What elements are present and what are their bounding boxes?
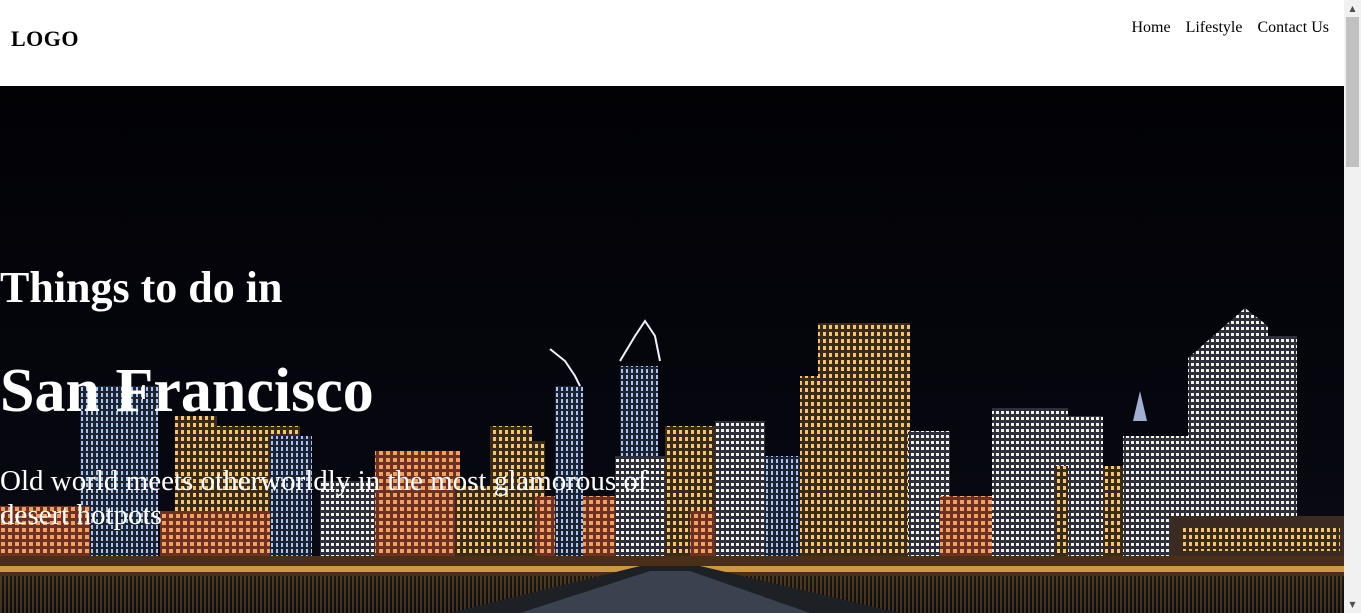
- scroll-down-icon[interactable]: ▼: [1344, 596, 1361, 613]
- nav-link-contact[interactable]: Contact Us: [1257, 19, 1329, 37]
- vertical-scrollbar[interactable]: ▲ ▼: [1344, 0, 1361, 613]
- scroll-up-icon[interactable]: ▲: [1344, 0, 1361, 17]
- scrollbar-thumb[interactable]: [1346, 17, 1359, 167]
- nav-link-home[interactable]: Home: [1131, 19, 1170, 37]
- city-skyline-image: [0, 86, 1344, 613]
- hero-section: Things to do in San Francisco Old world …: [0, 86, 1344, 613]
- main-nav: Home Lifestyle Contact Us: [1131, 19, 1329, 37]
- hero-title-small: Things to do in: [0, 263, 283, 312]
- logo[interactable]: LOGO: [11, 26, 79, 52]
- hero-subtitle: Old world meets otherworldly in the most…: [0, 465, 648, 531]
- site-header: LOGO Home Lifestyle Contact Us: [0, 0, 1344, 86]
- page: LOGO Home Lifestyle Contact Us Things to…: [0, 0, 1361, 613]
- hero-title-large: San Francisco: [0, 357, 374, 425]
- nav-link-lifestyle[interactable]: Lifestyle: [1186, 19, 1243, 37]
